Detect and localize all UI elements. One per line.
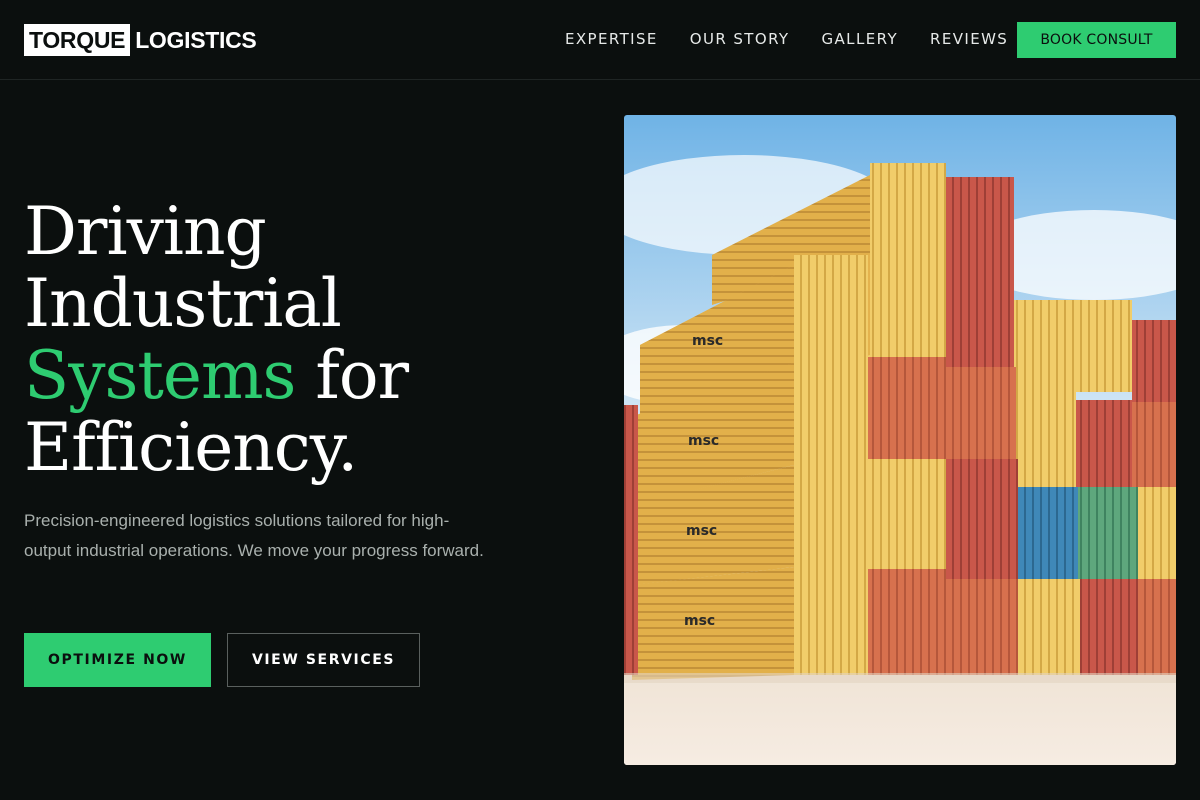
headline-line-3-rest: for bbox=[295, 337, 409, 414]
nav-item-our-story[interactable]: OUR STORY bbox=[690, 29, 790, 49]
headline-line-4: Efficiency. bbox=[24, 409, 358, 486]
main-nav: EXPERTISE OUR STORY GALLERY REVIEWS bbox=[565, 29, 1040, 49]
svg-text:msc: msc bbox=[688, 433, 719, 449]
hero-headline: Driving Industrial Systems for Efficienc… bbox=[24, 196, 584, 484]
hero-image: msc msc msc msc bbox=[624, 115, 1176, 765]
optimize-now-button[interactable]: OPTIMIZE NOW bbox=[24, 633, 211, 687]
svg-text:msc: msc bbox=[684, 613, 715, 629]
brand-logo[interactable]: TORQUE LOGISTICS bbox=[24, 24, 257, 56]
logo-text: LOGISTICS bbox=[135, 27, 257, 53]
svg-text:msc: msc bbox=[686, 523, 717, 539]
hero-subtext: Precision-engineered logistics solutions… bbox=[24, 511, 484, 560]
logo-boxed-text: TORQUE bbox=[24, 24, 131, 56]
nav-item-reviews[interactable]: REVIEWS bbox=[930, 29, 1008, 49]
book-consult-button[interactable]: BOOK CONSULT bbox=[1017, 22, 1176, 58]
headline-accent: Systems bbox=[24, 337, 296, 414]
view-services-button[interactable]: VIEW SERVICES bbox=[227, 633, 420, 687]
nav-item-gallery[interactable]: GALLERY bbox=[822, 29, 899, 49]
headline-line-2: Industrial bbox=[24, 265, 342, 342]
svg-text:msc: msc bbox=[692, 333, 723, 349]
shipping-containers-photo-icon: msc msc msc msc bbox=[624, 115, 1176, 765]
nav-item-expertise[interactable]: EXPERTISE bbox=[565, 29, 658, 49]
headline-line-1: Driving bbox=[24, 193, 267, 270]
site-header: TORQUE LOGISTICS EXPERTISE OUR STORY GAL… bbox=[0, 0, 1200, 80]
